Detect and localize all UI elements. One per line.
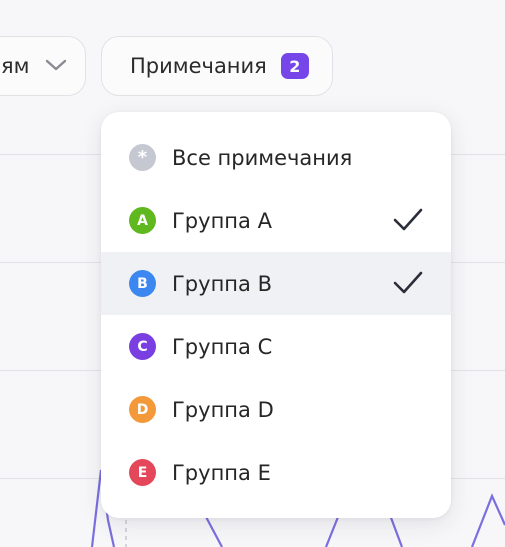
menu-item-group-c[interactable]: C Группа C bbox=[101, 315, 451, 378]
chart-series-line bbox=[388, 514, 404, 547]
chevron-down-icon bbox=[45, 57, 67, 76]
menu-item-all-notes[interactable]: * Все примечания bbox=[101, 126, 451, 189]
group-d-icon: D bbox=[129, 396, 156, 423]
notes-filter-button[interactable]: Примечания 2 bbox=[101, 36, 333, 96]
menu-item-group-a[interactable]: A Группа A bbox=[101, 189, 451, 252]
group-a-icon: A bbox=[129, 207, 156, 234]
menu-item-label: Группа C bbox=[172, 334, 273, 359]
menu-item-label: Группа B bbox=[172, 271, 272, 296]
menu-item-group-b[interactable]: B Группа B bbox=[101, 252, 451, 315]
chart-series-line bbox=[204, 514, 223, 547]
group-c-icon: C bbox=[129, 333, 156, 360]
notes-dropdown-menu: * Все примечания A Группа A B Группа B C… bbox=[101, 112, 451, 518]
menu-item-group-e[interactable]: E Группа E bbox=[101, 441, 451, 504]
menu-item-label: Группа D bbox=[172, 397, 274, 422]
group-e-icon: E bbox=[129, 459, 156, 486]
menu-item-label: Группа A bbox=[172, 208, 272, 233]
checkmark-icon bbox=[393, 207, 423, 237]
group-b-icon: B bbox=[129, 270, 156, 297]
menu-item-group-d[interactable]: D Группа D bbox=[101, 378, 451, 441]
notes-count-badge: 2 bbox=[280, 53, 309, 79]
checkmark-icon bbox=[393, 270, 423, 300]
all-notes-icon: * bbox=[129, 144, 156, 171]
notes-filter-label: Примечания bbox=[130, 54, 267, 78]
group-filter-button[interactable]: ям bbox=[0, 36, 86, 96]
group-filter-label: ям bbox=[1, 54, 30, 78]
menu-item-label: Все примечания bbox=[172, 145, 353, 170]
chart-series-line bbox=[470, 493, 505, 547]
menu-item-label: Группа E bbox=[172, 460, 271, 485]
